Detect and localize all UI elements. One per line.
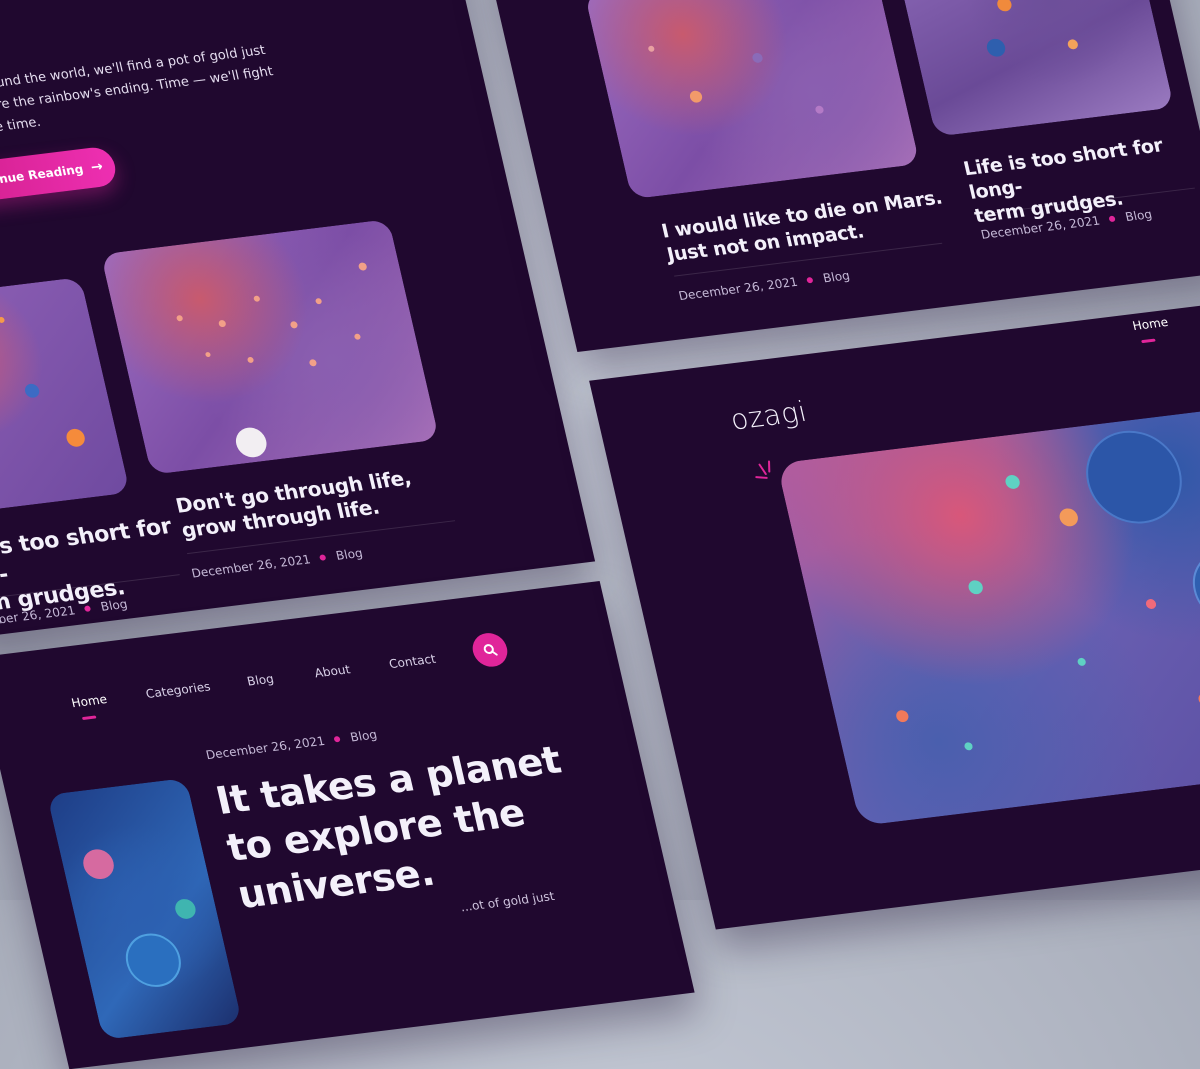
panel-post-list-right: I would like to die on Mars. Just not on… <box>484 0 1200 353</box>
hero-image-bubbles[interactable] <box>46 777 243 1040</box>
post-image-bubbles[interactable] <box>890 0 1175 137</box>
nav-active-indicator <box>81 715 97 721</box>
post-title[interactable]: I would like to die on Mars. Just not on… <box>659 186 958 268</box>
site-logo[interactable]: ozagi <box>727 395 810 437</box>
meta-separator-dot <box>319 554 327 561</box>
nav-item-about[interactable]: About <box>313 662 351 680</box>
meta-separator-dot <box>84 605 92 612</box>
post-image-bubbles[interactable] <box>0 277 131 521</box>
nav-item-contact[interactable]: Contact <box>388 652 438 671</box>
continue-reading-label: Continue Reading <box>0 162 85 191</box>
panel-hero-article: Home Categories Blog About Contact Decem… <box>0 581 695 1069</box>
hero-date: December 26, 2021 <box>204 733 327 763</box>
meta-separator-dot <box>1108 215 1117 223</box>
post-category-link[interactable]: Blog <box>99 597 129 614</box>
nav-item-home[interactable]: Home <box>1131 315 1169 333</box>
hero-category-link[interactable]: Blog <box>349 727 379 744</box>
intro-text: 80 days around the world, we'll find a p… <box>0 42 275 143</box>
hero-meta: December 26, 2021 Blog <box>204 727 378 762</box>
post-title[interactable]: Life is too short for long- term grudges… <box>961 130 1200 229</box>
hero-image-marble[interactable] <box>776 405 1200 827</box>
mockup-canvas: 80 days around the world, we'll find a p… <box>0 0 1200 1069</box>
continue-reading-button[interactable]: Continue Reading → <box>0 145 120 205</box>
panel-post-list-left: 80 days around the world, we'll find a p… <box>0 0 596 639</box>
nav-item-categories[interactable]: Categories <box>144 679 211 701</box>
nav-item-home[interactable]: Home <box>70 692 108 710</box>
post-date: December 26, 2021 <box>677 274 799 304</box>
panel-homepage-hero: ozagi Home <box>589 300 1200 930</box>
post-meta: December 26, 2021 Blog <box>190 546 364 581</box>
post-image-mars[interactable] <box>584 0 920 200</box>
post-category-link[interactable]: Blog <box>1124 207 1154 224</box>
meta-separator-dot <box>333 735 342 743</box>
post-title[interactable]: Don't go through life, grow through life… <box>173 463 442 544</box>
post-meta: December 26, 2021 Blog <box>677 268 851 303</box>
post-category-link[interactable]: Blog <box>822 268 852 285</box>
search-icon <box>483 644 498 656</box>
hero-excerpt: ...ot of gold just <box>459 889 556 915</box>
post-category-link[interactable]: Blog <box>335 546 365 563</box>
search-button[interactable] <box>469 631 511 669</box>
nav-active-indicator <box>1141 338 1156 344</box>
post-image-particles[interactable] <box>100 219 440 475</box>
arrow-right-icon: → <box>89 158 105 176</box>
nav-item-blog[interactable]: Blog <box>246 672 276 689</box>
post-date: December 26, 2021 <box>190 552 312 581</box>
meta-separator-dot <box>806 276 814 284</box>
